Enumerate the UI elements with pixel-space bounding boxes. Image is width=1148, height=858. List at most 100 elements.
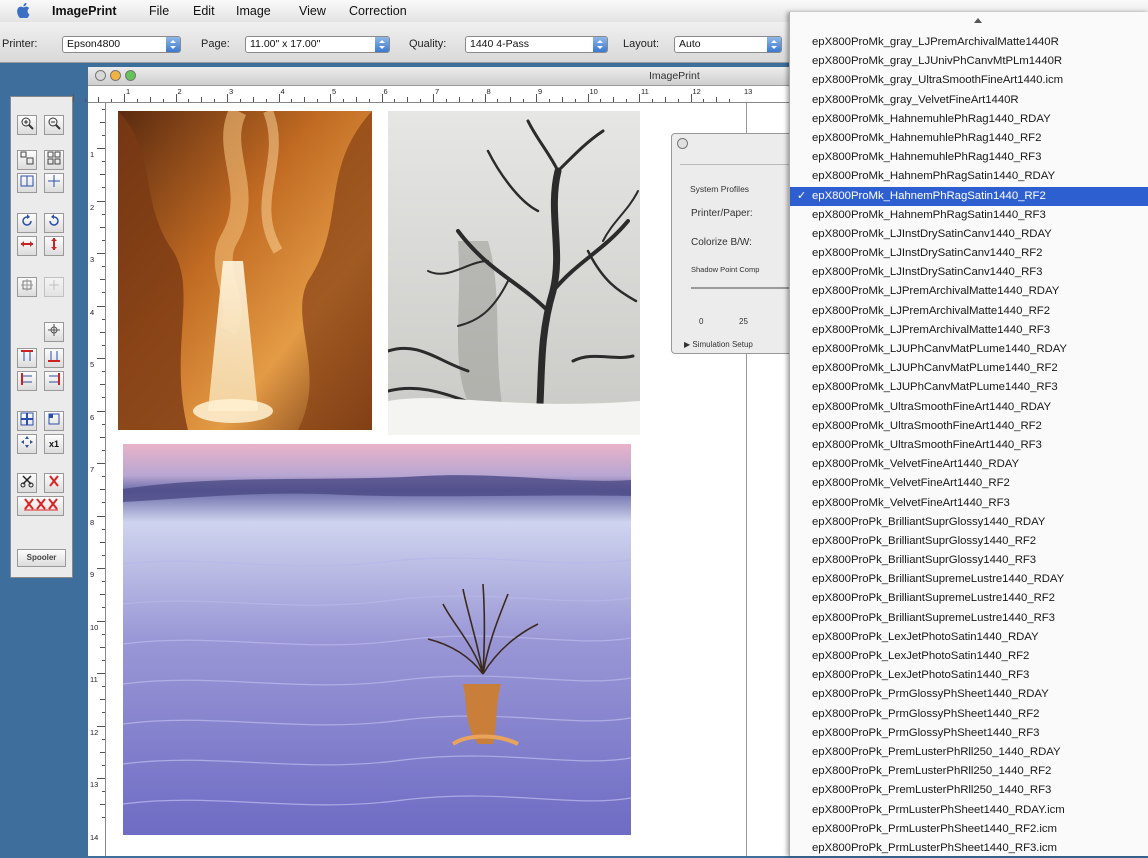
profile-item[interactable]: epX800ProMk_VelvetFineArt1440_RDAY: [790, 455, 1148, 474]
profile-item[interactable]: epX800ProMk_LJInstDrySatinCanv1440_RDAY: [790, 225, 1148, 244]
profile-item[interactable]: epX800ProMk_VelvetFineArt1440_RF2: [790, 474, 1148, 493]
profile-item[interactable]: epX800ProPk_PrmGlossyPhSheet1440_RF2: [790, 705, 1148, 724]
profile-item[interactable]: epX800ProPk_LexJetPhotoSatin1440_RF3: [790, 666, 1148, 685]
scroll-up-arrow-icon[interactable]: [974, 18, 982, 23]
arrange-small-tool[interactable]: [17, 150, 37, 170]
shadow-point-slider[interactable]: [691, 287, 791, 289]
resize-tool[interactable]: [44, 411, 64, 431]
profile-item[interactable]: epX800ProPk_PrmLusterPhSheet1440_RF2.icm: [790, 820, 1148, 839]
panel-close-button[interactable]: [677, 138, 688, 149]
profile-item[interactable]: epX800ProMk_HahnemuhlePhRag1440_RF2: [790, 129, 1148, 148]
rotate-right-tool[interactable]: [44, 213, 64, 233]
profile-item[interactable]: epX800ProMk_HahnemPhRagSatin1440_RF3: [790, 206, 1148, 225]
profile-item[interactable]: epX800ProPk_LexJetPhotoSatin1440_RDAY: [790, 628, 1148, 647]
zoom-window-button[interactable]: [125, 70, 136, 81]
flip-vertical-tool[interactable]: [44, 236, 64, 256]
profile-item[interactable]: epX800ProMk_gray_UltraSmoothFineArt1440.…: [790, 71, 1148, 90]
ruler-tick: [102, 344, 105, 346]
align-left-tool[interactable]: [17, 371, 37, 391]
grid-icon: [47, 151, 61, 165]
profile-item[interactable]: epX800ProMk_gray_LJPremArchivalMatte1440…: [790, 33, 1148, 52]
profile-item[interactable]: epX800ProMk_LJInstDrySatinCanv1440_RF2: [790, 244, 1148, 263]
profile-item[interactable]: epX800ProMk_LJPremArchivalMatte1440_RF3: [790, 321, 1148, 340]
quality-select[interactable]: 1440 4-Pass: [465, 36, 608, 53]
simulation-setup-disclosure[interactable]: ▶ Simulation Setup: [684, 340, 753, 349]
ruler-tick: [100, 436, 105, 438]
profile-item[interactable]: epX800ProPk_BrilliantSupremeLustre1440_R…: [790, 589, 1148, 608]
profile-item[interactable]: epX800ProPk_LexJetPhotoSatin1440_RF2: [790, 647, 1148, 666]
crop-tool[interactable]: [17, 277, 37, 297]
profile-item[interactable]: epX800ProMk_gray_LJUnivPhCanvMtPLm1440R: [790, 52, 1148, 71]
profile-item[interactable]: epX800ProMk_UltraSmoothFineArt1440_RDAY: [790, 398, 1148, 417]
fit-page-tool[interactable]: [17, 173, 37, 193]
ruler-tick: [548, 99, 550, 102]
profile-item[interactable]: epX800ProMk_gray_VelvetFineArt1440R: [790, 91, 1148, 110]
move-tool[interactable]: [17, 434, 37, 454]
profile-item[interactable]: epX800ProPk_PrmGlossyPhSheet1440_RDAY: [790, 685, 1148, 704]
profile-item[interactable]: epX800ProPk_BrilliantSuprGlossy1440_RDAY: [790, 513, 1148, 532]
menu-edit[interactable]: Edit: [193, 4, 215, 18]
profile-item[interactable]: epX800ProMk_LJPremArchivalMatte1440_RF2: [790, 302, 1148, 321]
cut-tool[interactable]: [17, 473, 37, 493]
profile-item[interactable]: epX800ProPk_BrilliantSupremeLustre1440_R…: [790, 609, 1148, 628]
zoom-out-tool[interactable]: [44, 115, 64, 135]
profile-item[interactable]: epX800ProPk_PremLusterPhRll250_1440_RF2: [790, 762, 1148, 781]
profile-item[interactable]: epX800ProPk_PrmGlossyPhSheet1440_RF3: [790, 724, 1148, 743]
white-sands-image: [123, 444, 631, 835]
ruler-tick: [291, 99, 293, 102]
window-titlebar[interactable]: ImagePrint: [88, 67, 800, 86]
actual-size-tool[interactable]: x1: [44, 434, 64, 454]
align-right-tool[interactable]: [44, 371, 64, 391]
close-window-button[interactable]: [95, 70, 106, 81]
target-tool[interactable]: [44, 322, 64, 342]
page-size-select[interactable]: 11.00" x 17.00": [245, 36, 390, 53]
profile-item[interactable]: epX800ProMk_HahnemuhlePhRag1440_RF3: [790, 148, 1148, 167]
profile-item[interactable]: epX800ProMk_LJUPhCanvMatPLume1440_RF2: [790, 359, 1148, 378]
snow-tree-photo[interactable]: [388, 111, 640, 435]
menu-view[interactable]: View: [299, 4, 326, 18]
layout-select[interactable]: Auto: [674, 36, 782, 53]
spooler-button[interactable]: Spooler: [17, 549, 66, 567]
align-bottom-tool[interactable]: [44, 348, 64, 368]
flip-horizontal-tool[interactable]: [17, 236, 37, 256]
apple-menu-icon[interactable]: [17, 3, 30, 18]
profile-item[interactable]: epX800ProPk_BrilliantSuprGlossy1440_RF3: [790, 551, 1148, 570]
profile-item[interactable]: epX800ProMk_LJUPhCanvMatPLume1440_RF3: [790, 378, 1148, 397]
minimize-window-button[interactable]: [110, 70, 121, 81]
center-tool[interactable]: [44, 173, 64, 193]
profile-item[interactable]: epX800ProMk_VelvetFineArt1440_RF3: [790, 494, 1148, 513]
profile-item[interactable]: epX800ProMk_HahnemPhRagSatin1440_RDAY: [790, 167, 1148, 186]
profile-item[interactable]: epX800ProMk_LJPremArchivalMatte1440_RDAY: [790, 282, 1148, 301]
profile-item[interactable]: epX800ProPk_PremLusterPhRll250_1440_RDAY: [790, 743, 1148, 762]
printer-paper-label: Printer/Paper:: [691, 208, 753, 219]
profile-item[interactable]: epX800ProPk_BrilliantSuprGlossy1440_RF2: [790, 532, 1148, 551]
quality-value: 1440 4-Pass: [470, 38, 529, 50]
scale-label-25: 25: [739, 317, 748, 326]
profile-item[interactable]: epX800ProMk_HahnemuhlePhRag1440_RDAY: [790, 110, 1148, 129]
profile-item[interactable]: epX800ProPk_BrilliantSupremeLustre1440_R…: [790, 570, 1148, 589]
ruler-tick: [102, 686, 105, 688]
zoom-in-tool[interactable]: [17, 115, 37, 135]
profile-item[interactable]: epX800ProPk_PrmLusterPhSheet1440_RDAY.ic…: [790, 801, 1148, 820]
profile-item[interactable]: epX800ProMk_LJUPhCanvMatPLume1440_RDAY: [790, 340, 1148, 359]
delete-all-tool[interactable]: [17, 496, 64, 516]
profile-item[interactable]: epX800ProMk_UltraSmoothFineArt1440_RF3: [790, 436, 1148, 455]
profile-item[interactable]: epX800ProPk_PremLusterPhRll250_1440_RF3: [790, 781, 1148, 800]
rotate-left-tool[interactable]: [17, 213, 37, 233]
menu-file[interactable]: File: [149, 4, 169, 18]
ruler-tick: [102, 659, 105, 661]
profile-item-selected[interactable]: epX800ProMk_HahnemPhRagSatin1440_RF2: [790, 186, 1148, 206]
menu-correction[interactable]: Correction: [349, 4, 407, 18]
profile-item[interactable]: epX800ProPk_PrmLusterPhSheet1440_RF3.icm: [790, 839, 1148, 858]
menu-image[interactable]: Image: [236, 4, 271, 18]
menu-app-name[interactable]: ImagePrint: [52, 4, 117, 18]
distribute-tool[interactable]: [17, 411, 37, 431]
profile-item[interactable]: epX800ProMk_LJInstDrySatinCanv1440_RF3: [790, 263, 1148, 282]
profile-item[interactable]: epX800ProMk_UltraSmoothFineArt1440_RF2: [790, 417, 1148, 436]
white-sands-photo[interactable]: [123, 444, 631, 835]
arrange-grid-tool[interactable]: [44, 150, 64, 170]
align-top-tool[interactable]: [17, 348, 37, 368]
printer-select[interactable]: Epson4800: [62, 36, 181, 53]
delete-tool[interactable]: [44, 473, 64, 493]
canyon-photo[interactable]: [118, 111, 372, 430]
